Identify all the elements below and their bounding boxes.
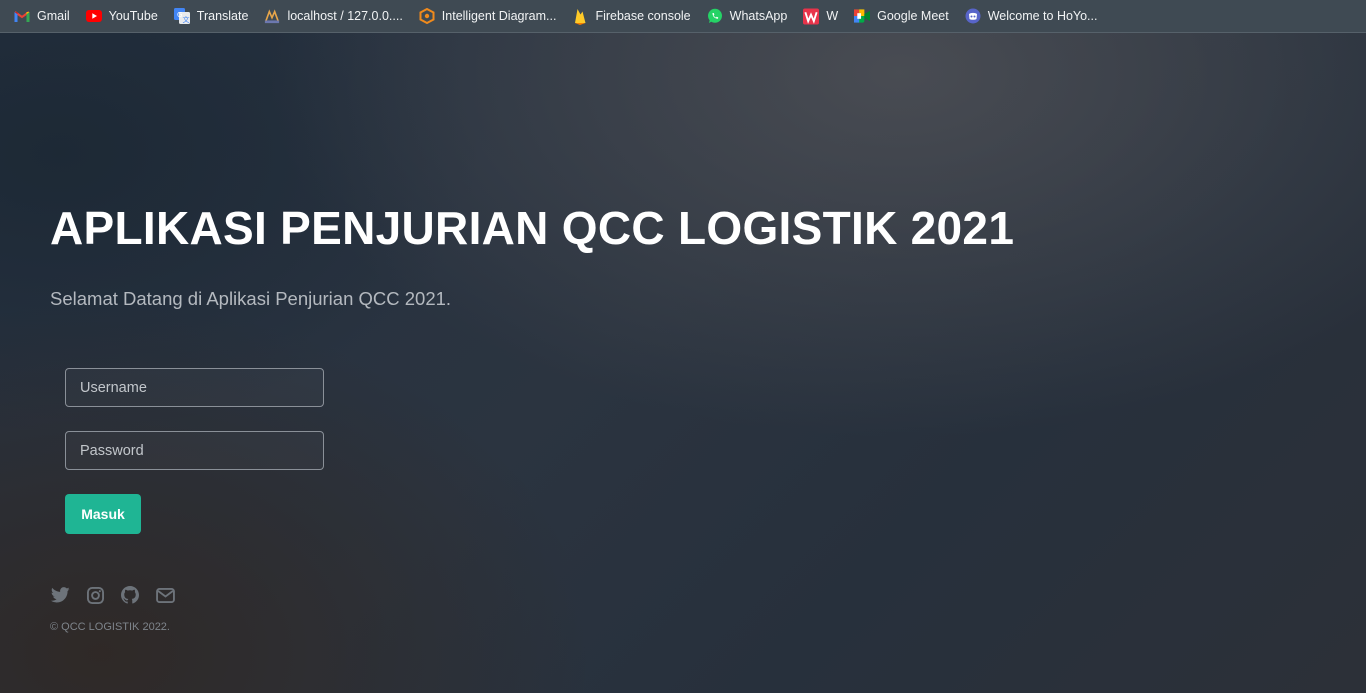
- twitter-icon[interactable]: [50, 585, 70, 605]
- hoyo-icon: [965, 8, 981, 24]
- bookmark-hoyo[interactable]: Welcome to HoYo...: [965, 3, 1098, 29]
- bookmark-label: WhatsApp: [729, 9, 788, 23]
- bookmark-google-meet[interactable]: Google Meet: [854, 3, 949, 29]
- bookmark-label: Firebase console: [595, 9, 691, 23]
- social-links: [50, 585, 190, 605]
- bookmark-intelligent-diagram[interactable]: Intelligent Diagram...: [419, 3, 557, 29]
- password-input[interactable]: [65, 431, 324, 470]
- bookmark-label: Google Meet: [877, 9, 949, 23]
- email-icon[interactable]: [155, 585, 175, 605]
- phpmyadmin-icon: [264, 8, 280, 24]
- bookmark-firebase[interactable]: Firebase console: [572, 3, 691, 29]
- youtube-icon: [85, 8, 102, 24]
- bookmark-gmail[interactable]: Gmail: [14, 3, 70, 29]
- bookmarks-bar: Gmail YouTube G 文 Translate localhost / …: [0, 0, 1366, 33]
- firebase-icon: [572, 8, 588, 25]
- w-icon: [803, 8, 820, 24]
- footer-copyright: © QCC LOGISTIK 2022.: [50, 621, 170, 633]
- bookmark-label: localhost / 127.0.0....: [287, 9, 403, 23]
- bookmark-label: Intelligent Diagram...: [441, 9, 557, 23]
- username-input[interactable]: [65, 368, 324, 407]
- page-title: APLIKASI PENJURIAN QCC LOGISTIK 2021: [50, 202, 1015, 254]
- bookmark-label: Translate: [196, 9, 249, 23]
- google-meet-icon: [854, 8, 871, 24]
- instagram-icon[interactable]: [85, 585, 105, 605]
- whatsapp-icon: [707, 8, 723, 24]
- svg-text:文: 文: [182, 15, 189, 24]
- gmail-icon: [14, 8, 30, 24]
- bookmark-translate[interactable]: G 文 Translate: [173, 3, 249, 29]
- bookmark-label: W: [826, 9, 839, 23]
- github-icon[interactable]: [120, 585, 140, 605]
- bookmark-whatsapp[interactable]: WhatsApp: [707, 3, 788, 29]
- hero-section: APLIKASI PENJURIAN QCC LOGISTIK 2021 Sel…: [0, 33, 1366, 693]
- login-button[interactable]: Masuk: [65, 494, 141, 534]
- bookmark-label: Welcome to HoYo...: [987, 9, 1098, 23]
- translate-icon: G 文: [173, 8, 190, 24]
- diagram-icon: [419, 8, 435, 24]
- bookmark-localhost[interactable]: localhost / 127.0.0....: [264, 3, 403, 29]
- bookmark-youtube[interactable]: YouTube: [85, 3, 158, 29]
- page-subtitle: Selamat Datang di Aplikasi Penjurian QCC…: [50, 288, 452, 309]
- bookmark-label: Gmail: [37, 9, 70, 23]
- bookmark-w[interactable]: W: [803, 3, 838, 29]
- bookmark-label: YouTube: [108, 9, 158, 23]
